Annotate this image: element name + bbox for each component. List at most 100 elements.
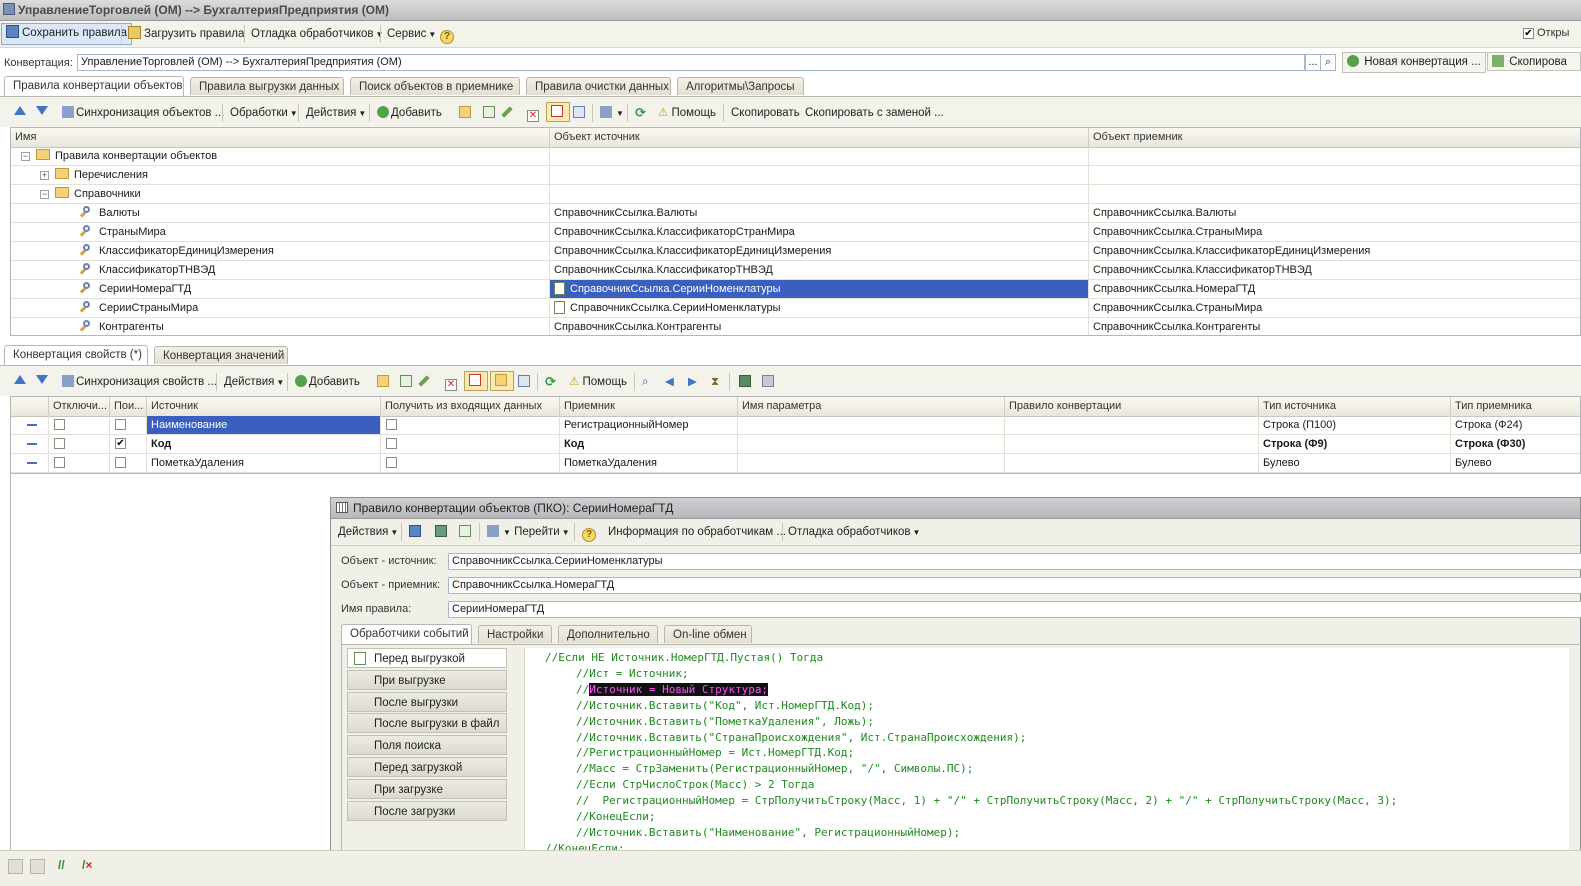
incoming-checkbox[interactable] (386, 419, 397, 430)
incoming-checkbox-cell[interactable] (381, 454, 560, 472)
service-menu[interactable]: Сервис ▼ (383, 24, 440, 44)
tab-target-search[interactable]: Поиск объектов в приемнике (350, 77, 520, 95)
conversion-search-button[interactable]: ⌕ (1320, 54, 1336, 71)
target-cell[interactable]: Код (560, 435, 738, 453)
tab-property-conversion[interactable]: Конвертация свойств (*) (4, 345, 148, 365)
debug-handlers-menu[interactable]: Отладка обработчиков▼ (247, 24, 387, 44)
copy-conversion-button[interactable]: Скопирова (1487, 52, 1581, 71)
source-object-cell[interactable] (550, 185, 1089, 203)
column-source[interactable]: Источник (147, 397, 381, 416)
search-checkbox-cell[interactable]: ✔ (110, 435, 147, 453)
delete-button[interactable]: ✕ (523, 103, 545, 123)
disabled-checkbox[interactable] (54, 457, 65, 468)
prop-search-button[interactable]: ⌕ (638, 372, 652, 392)
param-cell[interactable] (738, 416, 1005, 434)
expand-icon[interactable]: + (40, 171, 49, 180)
search-checkbox[interactable] (115, 419, 126, 430)
prop-group-button[interactable] (490, 371, 514, 391)
props-actions-menu[interactable]: Действия ▼ (220, 372, 288, 392)
sync-objects-button[interactable]: Синхронизация объектов ... (58, 103, 228, 123)
source-cell[interactable]: ПометкаУдаления (147, 454, 381, 472)
disabled-checkbox-cell[interactable] (49, 454, 110, 472)
table-row[interactable]: СерииНомераГТД СправочникСсылка.СерииНоме… (11, 280, 1580, 299)
event-item[interactable]: После загрузки (347, 800, 507, 821)
source-object-cell[interactable] (550, 166, 1089, 184)
table-row[interactable]: Контрагенты СправочникСсылка.Контрагенты С… (11, 318, 1580, 335)
column-target-object[interactable]: Объект приемник (1089, 128, 1580, 147)
modal-save-close-button[interactable] (405, 522, 427, 542)
column-target[interactable]: Приемник (560, 397, 738, 416)
prop-tool1-button[interactable] (735, 372, 757, 392)
tab-settings[interactable]: Настройки (478, 625, 552, 643)
rule-cell[interactable] (1005, 416, 1259, 434)
target-object-cell[interactable] (1089, 166, 1580, 184)
search-checkbox-cell[interactable] (110, 416, 147, 434)
prop-tool2-button[interactable] (758, 372, 780, 392)
column-target-type[interactable]: Тип приемника (1451, 397, 1580, 416)
tab-online-exchange[interactable]: On-line обмен (664, 625, 752, 643)
table-row[interactable]: СтраныМира СправочникСсылка.Классификатор… (11, 223, 1580, 242)
paste-button[interactable] (569, 103, 591, 123)
source-object-cell[interactable]: СправочникСсылка.Контрагенты (550, 318, 1089, 335)
target-object-cell[interactable]: СправочникСсылка.Валюты (1089, 204, 1580, 222)
dst_type-cell[interactable]: Строка (Ф30) (1451, 435, 1580, 453)
dst_type-cell[interactable]: Строка (Ф24) (1451, 416, 1580, 434)
source-object-cell[interactable]: СправочникСсылка.КлассификаторТНВЭД (550, 261, 1089, 279)
column-source-object[interactable]: Объект источник (550, 128, 1089, 147)
add-property-button[interactable]: Добавить (291, 372, 364, 392)
table-row[interactable]: Валюты СправочникСсылка.Валюты СправочникС… (11, 204, 1580, 223)
add-rule-button[interactable]: Добавить (373, 103, 446, 123)
source-cell[interactable]: Наименование (147, 416, 381, 434)
modal-debug-menu[interactable]: Отладка обработчиков ▼ (784, 522, 924, 542)
comment-icon[interactable]: // (58, 858, 71, 872)
column-source-type[interactable]: Тип источника (1259, 397, 1451, 416)
modal-help-button[interactable]: ? (578, 522, 603, 542)
source-object-cell[interactable]: СправочникСсылка.СерииНоменклатуры (550, 299, 1089, 317)
prop-prev-button[interactable]: ◀ (661, 372, 678, 392)
prop-copy-button[interactable] (396, 372, 418, 392)
disabled-checkbox-cell[interactable] (49, 416, 110, 434)
conversion-field[interactable]: УправлениеТорговлей (ОМ) --> Бухгалтерия… (77, 54, 1305, 71)
target-object-field[interactable]: СправочникСсылка.НомераГТД (448, 577, 1581, 594)
incoming-checkbox-cell[interactable] (381, 435, 560, 453)
move-down-button[interactable] (32, 103, 58, 123)
column-name[interactable]: Имя (11, 128, 550, 147)
src_type-cell[interactable]: Строка (П100) (1259, 416, 1451, 434)
target-cell[interactable]: ПометкаУдаления (560, 454, 738, 472)
dst_type-cell[interactable]: Булево (1451, 454, 1580, 472)
copy-button[interactable]: Скопировать (727, 103, 804, 123)
source-object-cell[interactable] (550, 147, 1089, 165)
add-folder-button[interactable] (455, 103, 477, 123)
tab-object-conversion-rules[interactable]: Правила конвертации объектов (4, 76, 184, 96)
target-object-cell[interactable]: СправочникСсылка.СтраныМира (1089, 299, 1580, 317)
prop-paste-button[interactable] (514, 372, 536, 392)
open-checkbox[interactable]: ✔ (1523, 28, 1534, 39)
rules-help-button[interactable]: ⚠ Помощь (654, 103, 720, 123)
prop-delete-button[interactable]: ✕ (441, 372, 463, 392)
prop-edit-button[interactable] (418, 372, 432, 392)
prop-help-button[interactable]: ⚠ Помощь (565, 372, 631, 392)
event-item[interactable]: Перед загрузкой (347, 757, 507, 777)
modal-save-button[interactable] (431, 522, 453, 542)
tab-value-conversion[interactable]: Конвертация значений (154, 346, 288, 364)
target-object-cell[interactable]: СправочникСсылка.Контрагенты (1089, 318, 1580, 335)
target-cell[interactable]: РегистрационныйНомер (560, 416, 738, 434)
search-checkbox[interactable] (115, 457, 126, 468)
table-row[interactable]: ✔ Код Код Строка (Ф9) Строка (Ф30) (11, 435, 1580, 454)
incoming-checkbox-cell[interactable] (381, 416, 560, 434)
table-row[interactable]: КлассификаторЕдиницИзмерения СправочникСс… (11, 242, 1580, 261)
table-row[interactable]: − Правила конвертации объектов (11, 147, 1580, 166)
collapse-icon[interactable]: − (21, 152, 30, 161)
column-disabled[interactable]: Отключи... (49, 397, 110, 416)
disabled-checkbox[interactable] (54, 419, 65, 430)
table-row[interactable]: Наименование РегистрационныйНомер Строка (… (11, 416, 1580, 435)
prop-move-down-button[interactable] (32, 372, 58, 392)
collapse-icon[interactable]: − (40, 190, 49, 199)
event-item[interactable]: После выгрузки в файл (347, 713, 507, 734)
tab-data-export-rules[interactable]: Правила выгрузки данных (190, 77, 344, 95)
copy-row-button[interactable] (479, 103, 501, 123)
handlers-info-button[interactable]: Информация по обработчикам ... (604, 522, 790, 542)
modal-goto-menu[interactable]: ▼ Перейти ▼ (483, 522, 574, 542)
prop-filter-button[interactable]: ⧗ (707, 372, 723, 392)
target-object-cell[interactable] (1089, 147, 1580, 165)
